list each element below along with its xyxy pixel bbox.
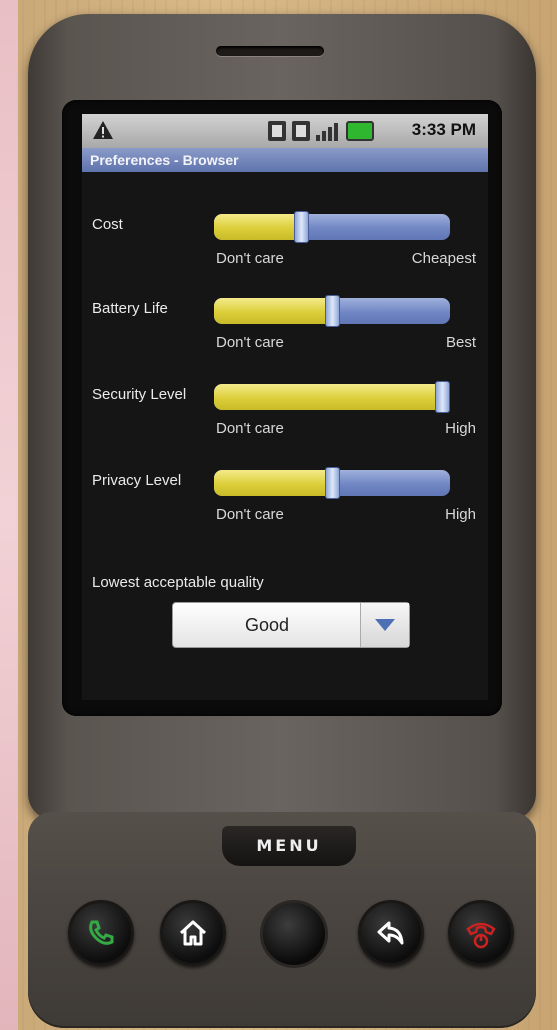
slider-fill — [214, 214, 302, 240]
slider-thumb[interactable] — [324, 467, 340, 499]
signal-icon — [316, 121, 340, 141]
slider-max-label: Cheapest — [411, 250, 476, 267]
pref-row-security-level: Security Level Don't care High — [82, 374, 488, 444]
security-level-slider[interactable] — [214, 381, 450, 413]
slider-min-label: Don't care — [216, 506, 284, 523]
sync-icon — [292, 121, 310, 141]
slider-max-label: High — [445, 420, 476, 437]
cost-slider[interactable] — [214, 211, 450, 243]
slider-thumb[interactable] — [435, 381, 450, 413]
phone-top-housing: 3:33 PM Preferences - Browser Cost Don't… — [28, 14, 536, 820]
title-bar: Preferences - Browser — [82, 148, 488, 172]
slider-max-label: High — [445, 506, 476, 523]
pref-label: Battery Life — [92, 300, 168, 317]
pref-label: Security Level — [92, 386, 187, 403]
slider-thumb[interactable] — [293, 211, 309, 243]
earpiece-speaker — [216, 46, 324, 56]
battery-icon — [346, 121, 374, 141]
end-call-icon — [466, 922, 496, 949]
slider-min-label: Don't care — [216, 250, 284, 267]
back-button[interactable] — [358, 900, 424, 966]
chevron-down-icon[interactable] — [360, 603, 409, 647]
phone-icon — [89, 920, 114, 945]
slider-fill — [214, 384, 443, 410]
sim-icon — [268, 121, 286, 141]
pref-label: Cost — [92, 216, 123, 233]
status-time: 3:33 PM — [411, 120, 476, 139]
slider-thumb[interactable] — [324, 295, 340, 327]
slider-fill — [214, 470, 332, 496]
status-bar: 3:33 PM — [82, 114, 488, 148]
pink-backdrop — [0, 0, 18, 1030]
trackball[interactable] — [260, 900, 328, 968]
battery-life-slider[interactable] — [214, 295, 450, 327]
pref-label: Privacy Level — [92, 472, 182, 489]
screen: 3:33 PM Preferences - Browser Cost Don't… — [82, 114, 488, 700]
back-arrow-icon — [377, 921, 404, 945]
home-button[interactable] — [160, 900, 226, 966]
status-icons — [268, 120, 374, 142]
pref-row-battery-life: Battery Life Don't care Best — [82, 288, 488, 358]
pref-row-privacy-level: Privacy Level Don't care High — [82, 460, 488, 530]
slider-min-label: Don't care — [216, 420, 284, 437]
quality-spinner[interactable]: Good — [172, 602, 410, 648]
menu-button[interactable]: MENU — [222, 826, 356, 866]
pref-row-cost: Cost Don't care Cheapest — [82, 204, 488, 274]
quality-label: Lowest acceptable quality — [92, 574, 264, 591]
quality-selected-value: Good — [244, 615, 290, 635]
slider-max-label: Best — [445, 334, 476, 351]
home-icon — [179, 920, 207, 946]
slider-fill — [214, 298, 332, 324]
slider-min-label: Don't care — [216, 334, 284, 351]
phone-bottom-housing: MENU — [28, 812, 536, 1028]
screen-bezel: 3:33 PM Preferences - Browser Cost Don't… — [62, 100, 502, 716]
call-button[interactable] — [68, 900, 134, 966]
privacy-level-slider[interactable] — [214, 467, 450, 499]
end-call-button[interactable] — [448, 900, 514, 966]
warning-icon — [93, 121, 113, 139]
